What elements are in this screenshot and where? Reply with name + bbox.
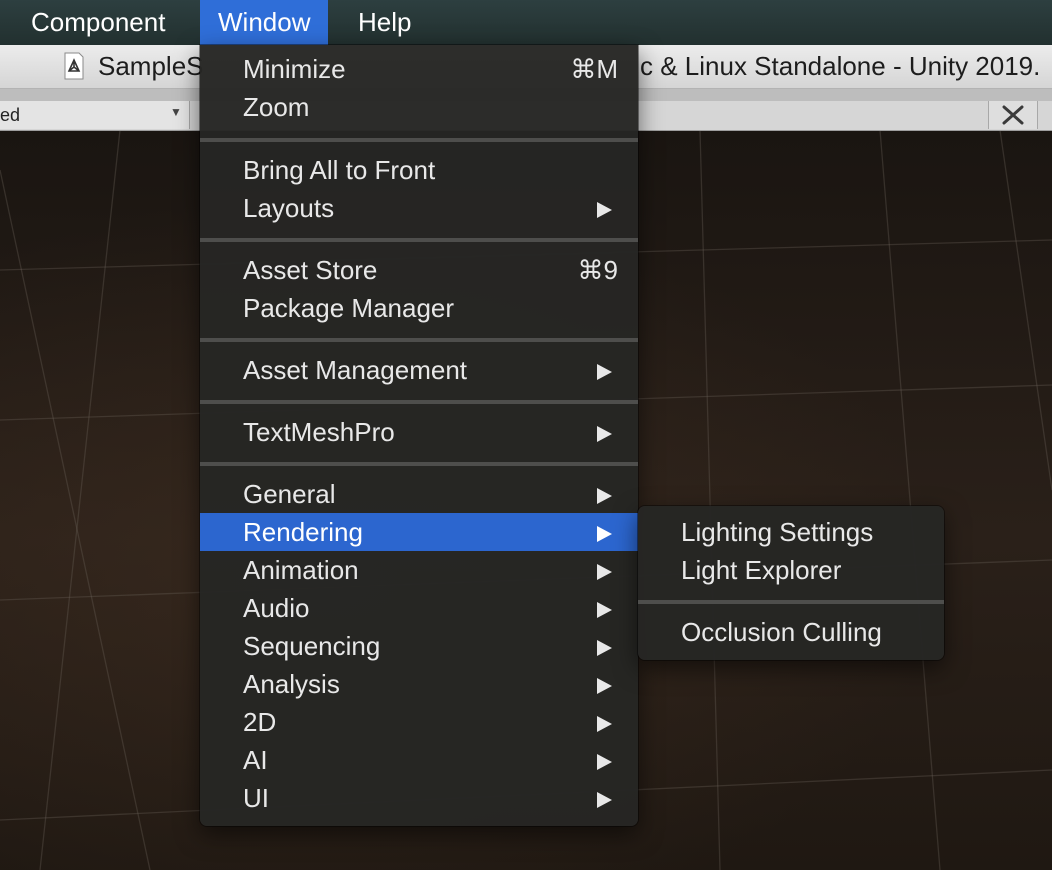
menu-item-label: Bring All to Front [243,155,436,185]
submenu-arrow-icon [597,426,612,442]
shortcut-label: ⌘9 [577,255,618,285]
submenu-arrow-icon [597,564,612,580]
shading-mode-label: ed [0,105,21,125]
menu-item-asset-management[interactable]: Asset Management [200,351,638,389]
submenu-arrow-icon [597,678,612,694]
menu-item-label: Analysis [243,669,340,699]
menu-item-label: Animation [243,555,359,585]
menu-item-zoom[interactable]: Zoom [200,88,638,126]
menu-item-label: Lighting Settings [681,517,874,547]
rendering-submenu: Lighting Settings Light Explorer Occlusi… [638,506,944,660]
menu-item-label: Rendering [243,517,363,547]
menu-item-label: Asset Store [243,255,378,285]
submenu-arrow-icon [597,526,612,542]
shortcut-label: ⌘M [570,54,618,84]
submenu-arrow-icon [597,488,612,504]
menu-item-2d[interactable]: 2D [200,703,638,741]
submenu-arrow-icon [597,602,612,618]
menu-item-audio[interactable]: Audio [200,589,638,627]
menu-item-textmeshpro[interactable]: TextMeshPro [200,413,638,451]
menu-item-label: Minimize [243,54,346,84]
menu-item-asset-store[interactable]: Asset Store ⌘9 [200,251,638,289]
menu-separator [638,600,944,604]
menu-item-package-manager[interactable]: Package Manager [200,289,638,327]
menu-item-minimize[interactable]: Minimize ⌘M [200,50,638,88]
menu-item-layouts[interactable]: Layouts [200,189,638,227]
submenu-arrow-icon [597,754,612,770]
submenu-item-light-explorer[interactable]: Light Explorer [638,551,944,589]
menubar-component[interactable]: Component [13,0,183,45]
submenu-item-occlusion-culling[interactable]: Occlusion Culling [638,613,944,651]
menu-separator [200,400,638,404]
menu-item-label: Asset Management [243,355,468,385]
menu-item-label: Light Explorer [681,555,842,585]
menu-item-animation[interactable]: Animation [200,551,638,589]
menu-item-label: TextMeshPro [243,417,395,447]
dropdown-caret-icon: ▼ [170,105,182,119]
shading-mode-dropdown[interactable]: ed ▼ [0,101,190,129]
menu-item-general[interactable]: General [200,475,638,513]
unity-icon [64,52,84,80]
menu-item-label: Layouts [243,193,335,223]
menu-item-sequencing[interactable]: Sequencing [200,627,638,665]
window-menu: Minimize ⌘M Zoom Bring All to Front Layo… [200,45,638,826]
tools-icon [1002,105,1024,125]
menu-separator [200,462,638,466]
window-title-left: SampleS [98,51,204,81]
menu-item-label: 2D [243,707,277,737]
menu-separator [200,238,638,242]
window-title-right: c & Linux Standalone - Unity 2019. [640,51,1041,81]
menu-separator [200,338,638,342]
menu-item-label: Occlusion Culling [681,617,882,647]
submenu-arrow-icon [597,792,612,808]
menu-item-label: UI [243,783,269,813]
menu-item-ui[interactable]: UI [200,779,638,817]
menu-item-label: Sequencing [243,631,381,661]
menu-bar: Component Window Help [0,0,1052,45]
menubar-window[interactable]: Window [200,0,329,45]
menu-item-label: General [243,479,336,509]
tools-button[interactable] [988,101,1038,129]
menu-item-label: Zoom [243,92,310,122]
submenu-item-lighting-settings[interactable]: Lighting Settings [638,513,944,551]
menu-separator [200,138,638,142]
menubar-help[interactable]: Help [340,0,429,45]
menu-item-label: Package Manager [243,293,455,323]
menu-item-analysis[interactable]: Analysis [200,665,638,703]
menu-item-label: AI [243,745,268,775]
submenu-arrow-icon [597,364,612,380]
submenu-arrow-icon [597,640,612,656]
submenu-arrow-icon [597,202,612,218]
menu-item-bring-all-to-front[interactable]: Bring All to Front [200,151,638,189]
menu-item-rendering[interactable]: Rendering [200,513,638,551]
menu-item-label: Audio [243,593,310,623]
submenu-arrow-icon [597,716,612,732]
menu-item-ai[interactable]: AI [200,741,638,779]
